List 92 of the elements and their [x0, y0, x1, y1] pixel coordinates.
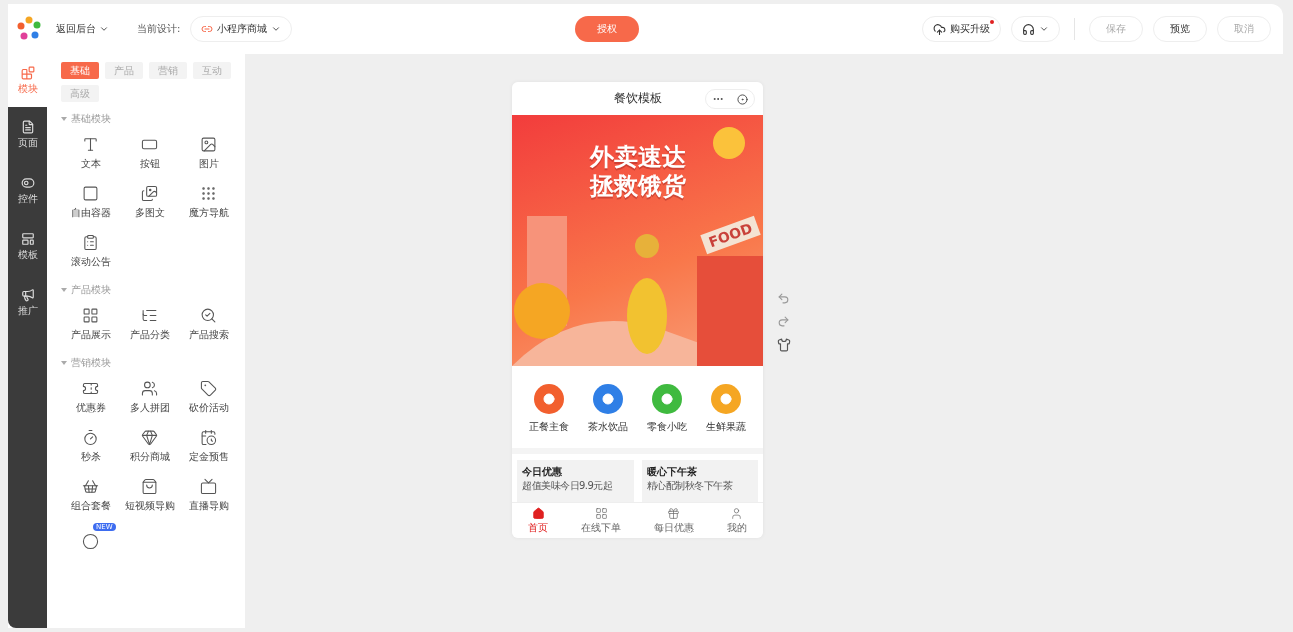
calendar-icon — [200, 429, 217, 446]
basket-icon — [82, 478, 99, 495]
ticket-icon — [82, 380, 99, 397]
list-icon — [141, 307, 158, 324]
circle-icon — [82, 533, 99, 550]
grid-icon — [594, 507, 608, 520]
link-icon — [201, 23, 214, 35]
module-item[interactable]: 魔方导航 — [179, 185, 238, 220]
images-icon — [141, 185, 158, 202]
support-dropdown[interactable] — [1011, 16, 1060, 42]
module-item[interactable]: 文本 — [61, 136, 120, 171]
text-icon — [82, 136, 99, 153]
toggle-icon — [20, 176, 35, 190]
section-title: 营销模块 — [71, 356, 111, 370]
home-icon — [531, 507, 545, 520]
tv-icon — [200, 478, 217, 495]
category-item[interactable]: 生鲜果蔬 — [705, 384, 746, 434]
section-title: 基础模块 — [71, 112, 111, 126]
rail-item[interactable]: 推广 — [8, 275, 47, 331]
category-item[interactable]: 零食小吃 — [646, 384, 687, 434]
rail-item[interactable]: 页面 — [8, 107, 47, 163]
chevron-icon — [99, 24, 109, 34]
module-item[interactable]: 产品分类 — [120, 307, 179, 342]
redo-icon[interactable] — [777, 315, 790, 328]
bag-icon — [141, 478, 158, 495]
sun-drawing — [713, 127, 745, 159]
action-button[interactable]: 预览 — [1153, 16, 1207, 42]
clipboard-icon — [82, 234, 99, 251]
rail-item[interactable]: 控件 — [8, 163, 47, 219]
caret-icon — [61, 287, 67, 293]
card-title: 今日优惠 — [522, 465, 563, 479]
design-label: 当前设计: — [137, 22, 181, 36]
square-icon — [82, 185, 99, 202]
module-item[interactable]: 组合套餐 — [61, 478, 120, 513]
module-item[interactable]: 多图文 — [120, 185, 179, 220]
promo-card[interactable]: 今日优惠 超值美味今日9.9元起 — [517, 460, 634, 502]
promo-card[interactable]: 暖心下午茶 精心配制秋冬下午茶 — [641, 460, 758, 502]
design-dropdown[interactable]: 小程序商城 — [190, 16, 293, 42]
module-item[interactable]: 按钮 — [120, 136, 179, 171]
module-item[interactable]: 秒杀 — [61, 429, 120, 464]
module-item[interactable]: 直播导购 — [179, 478, 238, 513]
module-item[interactable]: 优惠券 — [61, 380, 120, 415]
tabbar-item[interactable]: 在线下单 — [581, 507, 622, 535]
module-item[interactable]: 图片 — [179, 136, 238, 171]
shirt-icon[interactable] — [777, 338, 791, 352]
category-item[interactable]: 正餐主食 — [529, 384, 570, 434]
timer-icon — [82, 429, 99, 446]
module-item[interactable]: 砍价活动 — [179, 380, 238, 415]
target-icon — [736, 93, 748, 105]
chevron-icon — [1039, 24, 1049, 34]
page-title: 餐饮模板 — [613, 90, 662, 107]
card-subtitle: 超值美味今日9.9元起 — [522, 479, 614, 493]
banner-title: 外卖速达 — [589, 143, 686, 172]
caret-icon — [61, 116, 67, 122]
module-item[interactable]: 滚动公告 — [61, 234, 120, 269]
module-item[interactable]: 产品展示 — [61, 307, 120, 342]
module-item[interactable]: 短视频导购 — [120, 478, 179, 513]
chevron-icon — [271, 24, 282, 34]
layout-icon — [20, 232, 35, 246]
page-icon — [20, 120, 35, 134]
tabbar-item[interactable]: 每日优惠 — [653, 507, 694, 535]
tag-icon — [200, 380, 217, 397]
back-dropdown[interactable]: 返回后台 — [52, 18, 113, 40]
dots-grid-icon — [200, 185, 217, 202]
card-title: 暖心下午茶 — [646, 465, 698, 479]
module-item[interactable]: 产品搜索 — [179, 307, 238, 342]
upgrade-button[interactable]: 购买升级 — [922, 16, 1001, 42]
image-icon — [200, 136, 217, 153]
cloud-upload-icon — [933, 22, 946, 36]
logo-icon — [16, 16, 42, 42]
people-icon — [141, 380, 158, 397]
megaphone-icon — [20, 288, 35, 302]
grid-icon — [82, 307, 99, 324]
category-item[interactable]: 茶水饮品 — [588, 384, 629, 434]
module-item[interactable]: 多人拼团 — [120, 380, 179, 415]
undo-icon[interactable] — [777, 292, 790, 305]
blocks-icon — [20, 65, 35, 80]
caret-icon — [61, 360, 67, 366]
banner-title: 拯救饿货 — [589, 171, 686, 201]
tabbar-item[interactable]: 首页 — [528, 507, 549, 535]
rail-item[interactable]: 模板 — [8, 219, 47, 275]
gem-icon — [141, 429, 158, 446]
headset-icon — [1022, 22, 1035, 36]
gift-icon — [667, 507, 681, 520]
tabbar-item[interactable]: 我的 — [726, 507, 747, 535]
module-item[interactable]: 定金预售 — [179, 429, 238, 464]
module-item[interactable]: 自由容器 — [61, 185, 120, 220]
card-subtitle: 精心配制秋冬下午茶 — [646, 479, 734, 493]
module-item[interactable]: 积分商城 — [120, 429, 179, 464]
food-sign: FOOD — [700, 215, 761, 255]
section-title: 产品模块 — [71, 283, 111, 297]
user-icon — [730, 507, 744, 520]
